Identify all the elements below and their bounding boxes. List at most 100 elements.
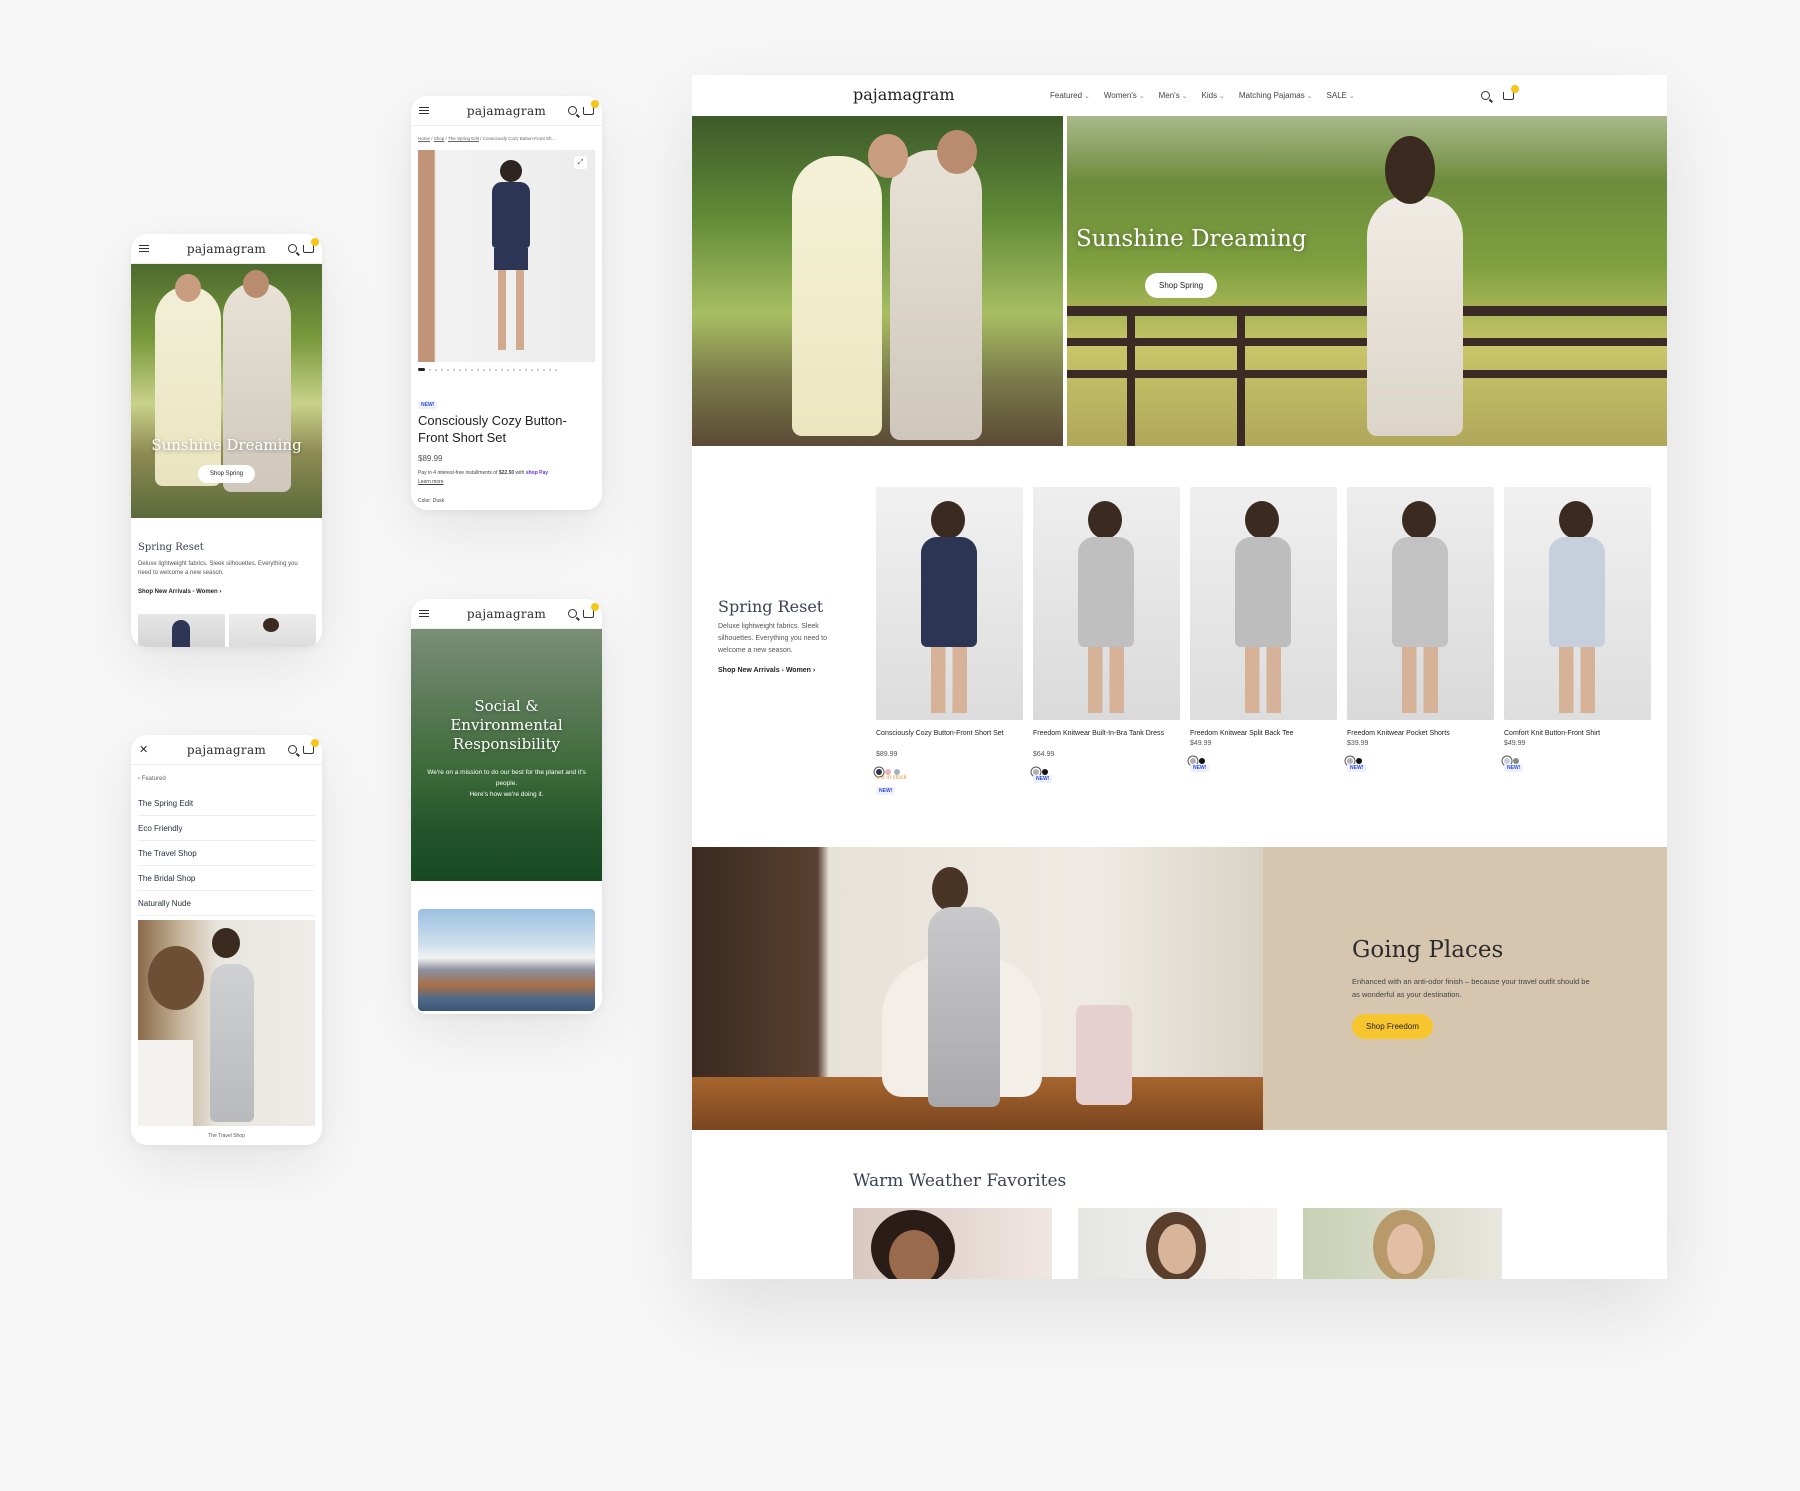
hero-title: Sunshine Dreaming [1076,226,1307,252]
search-icon[interactable] [568,609,577,618]
color-swatch[interactable] [1190,757,1196,764]
cart-badge [311,237,319,246]
product-image[interactable] [876,487,1023,720]
menu-item-list: The Spring Edit Eco Friendly The Travel Sh… [138,791,315,916]
menu-back-link[interactable]: ‹ Featured [138,776,166,782]
mobile-menu-screen: ✕ pajamagram ‹ Featured The Spring Edit E… [131,735,322,1145]
product-card[interactable]: Freedom Knitwear Pocket Shorts $39.99 NEW! [1347,487,1494,817]
brand-logo[interactable]: pajamagram [853,85,955,104]
breadcrumb-shop[interactable]: Shop [434,136,445,141]
going-places-title: Going Places [1352,937,1504,963]
nav-item[interactable]: SALE [1327,91,1355,100]
search-icon[interactable] [288,244,297,253]
color-label: Color: Dusk [418,498,445,504]
search-icon[interactable] [568,106,577,115]
product-name[interactable]: Freedom Knitwear Built-In-Bra Tank Dress [1033,728,1173,739]
mission-link[interactable]: Here's how we're doing it. [411,791,602,798]
product-price: $89.99 [418,454,443,463]
menu-item[interactable]: The Bridal Shop [138,866,315,891]
nav-item[interactable]: Men's [1159,91,1188,100]
breadcrumb-spring-edit[interactable]: The Spring Edit [448,136,479,141]
gallery-dots[interactable] [418,368,557,371]
shop-pay-logo: shop Pay [525,470,549,476]
product-image[interactable] [1033,487,1180,720]
menu-icon[interactable] [419,107,429,114]
color-swatch[interactable] [876,768,882,775]
cart-icon[interactable] [583,602,599,618]
new-badge: NEW! [1504,764,1524,772]
going-places-panel: Going Places Enhanced with an anti-odor … [1263,847,1667,1130]
cart-icon[interactable] [303,237,319,253]
search-icon[interactable] [288,745,297,754]
color-swatch[interactable] [1042,768,1048,775]
menu-item[interactable]: Eco Friendly [138,816,315,841]
cart-icon[interactable] [303,738,319,754]
menu-icon[interactable] [139,245,149,252]
product-thumb[interactable] [138,614,225,647]
shop-spring-button[interactable]: Shop Spring [197,465,256,483]
nav-item[interactable]: Featured [1050,91,1090,100]
mobile-mission-screen: pajamagram Social & Environmental Respon… [411,599,602,1014]
product-card[interactable]: Freedom Knitwear Built-In-Bra Tank Dress… [1033,487,1180,817]
product-image[interactable] [1190,487,1337,720]
cart-badge [1511,85,1519,93]
product-name[interactable]: Freedom Knitwear Pocket Shorts [1347,728,1487,739]
cart-icon[interactable] [583,99,599,115]
nav-item[interactable]: Matching Pajamas [1239,91,1313,100]
color-swatch[interactable] [1504,757,1510,764]
color-swatch[interactable] [894,768,900,775]
favorite-image[interactable] [1303,1208,1502,1279]
shop-new-arrivals-link[interactable]: Shop New Arrivals - Women › [138,589,221,595]
warm-weather-title: Warm Weather Favorites [853,1171,1067,1191]
shop-freedom-button[interactable]: Shop Freedom [1352,1014,1433,1039]
expand-icon[interactable]: ⤢ [574,156,587,169]
product-name[interactable]: Freedom Knitwear Split Back Tee [1190,728,1330,739]
color-swatch[interactable] [1347,757,1353,764]
product-grid: Consciously Cozy Button-Front Short Set $… [876,487,1652,817]
product-card[interactable]: Freedom Knitwear Split Back Tee $49.99 NEW… [1190,487,1337,817]
color-swatch[interactable] [1199,757,1205,764]
search-icon[interactable] [1481,91,1490,100]
hero-right-image: Sunshine Dreaming Shop Spring [1067,116,1667,446]
color-swatch[interactable] [885,768,891,775]
nav-item[interactable]: Women's [1104,91,1145,100]
favorite-image[interactable] [853,1208,1052,1279]
product-image[interactable] [1504,487,1651,720]
new-badge: NEW! [1347,764,1367,772]
product-name[interactable]: Consciously Cozy Button-Front Short Set [876,728,1016,739]
menu-item[interactable]: The Spring Edit [138,791,315,816]
nav-item[interactable]: Kids [1202,91,1225,100]
new-badge: NEW! [1033,775,1053,783]
shop-new-arrivals-link[interactable]: Shop New Arrivals - Women › [718,667,815,674]
breadcrumb-home[interactable]: Home [418,136,430,141]
mobile-header: ✕ pajamagram [131,735,322,765]
going-places-image [692,847,1263,1130]
spring-reset-description: Deluxe lightweight fabrics. Sleek silhou… [138,561,298,576]
product-card[interactable]: Comfort Knit Button-Front Shirt $49.99 NEW… [1504,487,1651,817]
travel-shop-image[interactable] [138,920,315,1126]
color-swatch[interactable] [1033,768,1039,775]
menu-icon[interactable] [419,610,429,617]
shop-spring-button[interactable]: Shop Spring [1145,273,1218,298]
spring-reset-title: Spring Reset [138,542,204,553]
new-badge: NEW! [418,401,438,409]
product-name[interactable]: Comfort Knit Button-Front Shirt [1504,728,1644,739]
desktop-screen: pajamagram Featured Women's Men's Kids Match… [692,75,1667,1279]
new-badge: NEW! [1190,764,1210,772]
color-swatch[interactable] [1513,757,1519,764]
color-swatch[interactable] [1356,757,1362,764]
menu-item[interactable]: The Travel Shop [138,841,315,866]
product-price: $64.99 [1033,751,1055,758]
cart-icon[interactable] [1503,85,1519,100]
product-gallery-image[interactable]: ⤢ [418,150,595,362]
close-icon[interactable]: ✕ [139,743,148,756]
menu-item[interactable]: Naturally Nude [138,891,315,916]
cart-badge [591,99,599,108]
mobile-header: pajamagram [131,234,322,264]
product-image[interactable] [1347,487,1494,720]
product-thumb[interactable] [229,614,316,647]
favorite-image[interactable] [1078,1208,1277,1279]
learn-more-link[interactable]: Learn more [418,479,444,485]
product-card[interactable]: Consciously Cozy Button-Front Short Set $… [876,487,1023,817]
mobile-product-screen: pajamagram Home / Shop / The Spring Edit… [411,96,602,510]
